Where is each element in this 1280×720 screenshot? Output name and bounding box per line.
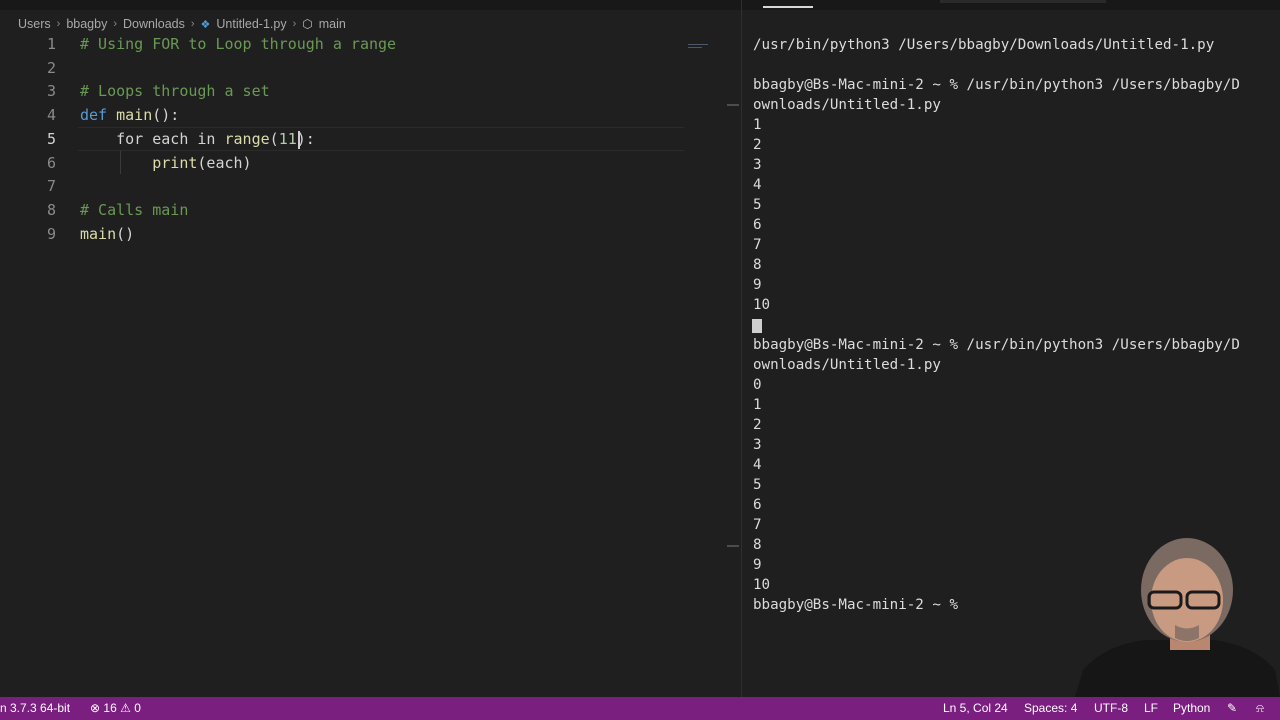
python-interpreter[interactable]: n 3.7.3 64-bit [0,697,70,720]
python-file-icon: ❖ [200,18,211,31]
breadcrumb-downloads[interactable]: Downloads [123,17,185,31]
terminal-line: 2 [753,417,762,433]
terminal-line: 1 [753,117,762,133]
error-count: 16 [103,701,117,715]
code-token: main [80,224,117,243]
breadcrumb-bbagby[interactable]: bbagby [66,17,107,31]
code-text[interactable]: # Calls main [80,199,188,223]
chevron-right-icon: › [292,18,297,30]
terminal-line: /usr/bin/python3 /Users/bbagby/Downloads… [753,37,1215,53]
editor-pane[interactable]: Users › bbagby › Downloads › ❖ Untitled-… [0,10,730,697]
code-token: (): [152,106,180,125]
terminal-tab-strip [940,0,1106,3]
command-decoration-icon[interactable] [752,319,762,333]
line-number: 6 [46,153,56,172]
terminal-line: 3 [753,437,762,453]
terminal-line: 9 [753,277,762,293]
indentation[interactable]: Spaces: 4 [1024,697,1077,720]
line-number: 3 [46,82,56,101]
code-text[interactable]: for each in range(11): [80,128,315,152]
problems-indicator[interactable]: ⊗ 16 ⚠ 0 [90,697,141,720]
bell-icon[interactable]: ⍾ [1256,697,1264,720]
code-token: for each in [80,129,225,148]
feedback-icon[interactable]: ✎ [1227,697,1237,720]
line-number: 4 [46,106,56,125]
code-text[interactable]: main() [80,223,134,247]
code-token: ( [269,129,279,148]
code-text[interactable]: print(each) [80,152,252,176]
line-number: 1 [46,35,56,53]
webcam-overlay [1075,520,1280,697]
breadcrumb: Users › bbagby › Downloads › ❖ Untitled-… [18,14,346,34]
code-token: # Calls main [80,200,189,219]
terminal-line: 3 [753,157,762,173]
status-bar: n 3.7.3 64-bit ⊗ 16 ⚠ 0 Ln 5, Col 24 Spa… [0,697,1280,720]
code-text[interactable]: def main(): [80,104,179,128]
encoding[interactable]: UTF-8 [1094,697,1128,720]
line-number: 5 [46,129,56,148]
code-token: # Using FOR to Loop through a range [80,35,397,53]
minimap[interactable] [688,44,710,50]
terminal-line: 6 [753,497,762,513]
cursor-position[interactable]: Ln 5, Col 24 [943,697,1008,720]
breadcrumb-symbol[interactable]: main [319,17,346,31]
scrollbar-marker[interactable] [727,104,739,106]
breadcrumb-file[interactable]: Untitled-1.py [216,17,286,31]
terminal-line: 6 [753,217,762,233]
code-token: range [224,129,270,148]
chevron-right-icon: › [56,18,61,30]
terminal-line: 5 [753,197,762,213]
terminal-line: 2 [753,137,762,153]
terminal-line: ownloads/Untitled-1.py [753,97,941,113]
code-text[interactable]: # Using FOR to Loop through a range [80,33,396,57]
warning-icon: ⚠ [120,701,131,715]
code-text[interactable]: # Loops through a set [80,80,270,104]
chevron-right-icon: › [113,18,118,30]
code-token: def [80,106,108,125]
terminal-line: 5 [753,477,762,493]
end-of-line[interactable]: LF [1144,697,1158,720]
symbol-method-icon: ⬡ [302,17,313,31]
code-token: () [116,224,135,243]
line-number: 9 [46,224,56,243]
terminal-line: ownloads/Untitled-1.py [753,357,941,373]
code-token: 11 [278,129,297,148]
line-number: 7 [46,177,56,196]
line-number: 8 [46,200,56,219]
code-token: print [152,153,198,172]
code-token: (each) [197,153,252,172]
terminal-line: 7 [753,237,762,253]
terminal-line: 8 [753,257,762,273]
active-terminal-tab-indicator[interactable] [763,6,813,8]
warning-count: 0 [134,701,141,715]
code-token: # Loops through a set [80,82,270,101]
scrollbar-marker[interactable] [727,545,739,547]
terminal-line: bbagby@Bs-Mac-mini-2 ~ % /usr/bin/python… [753,337,1240,353]
terminal-line: 4 [753,177,762,193]
line-number: 2 [46,58,56,77]
terminal-line: 10 [753,297,771,313]
error-icon: ⊗ [90,701,101,715]
terminal-line: bbagby@Bs-Mac-mini-2 ~ % /usr/bin/python… [753,77,1240,93]
code-token: main [116,106,153,125]
top-tab-strip [0,0,1280,10]
terminal-line: 0 [753,377,762,393]
terminal-line: 4 [753,457,762,473]
chevron-right-icon: › [190,18,195,30]
breadcrumb-users[interactable]: Users [18,17,51,31]
terminal-line: 1 [753,397,762,413]
language-mode[interactable]: Python [1173,697,1210,720]
text-cursor [298,130,300,149]
